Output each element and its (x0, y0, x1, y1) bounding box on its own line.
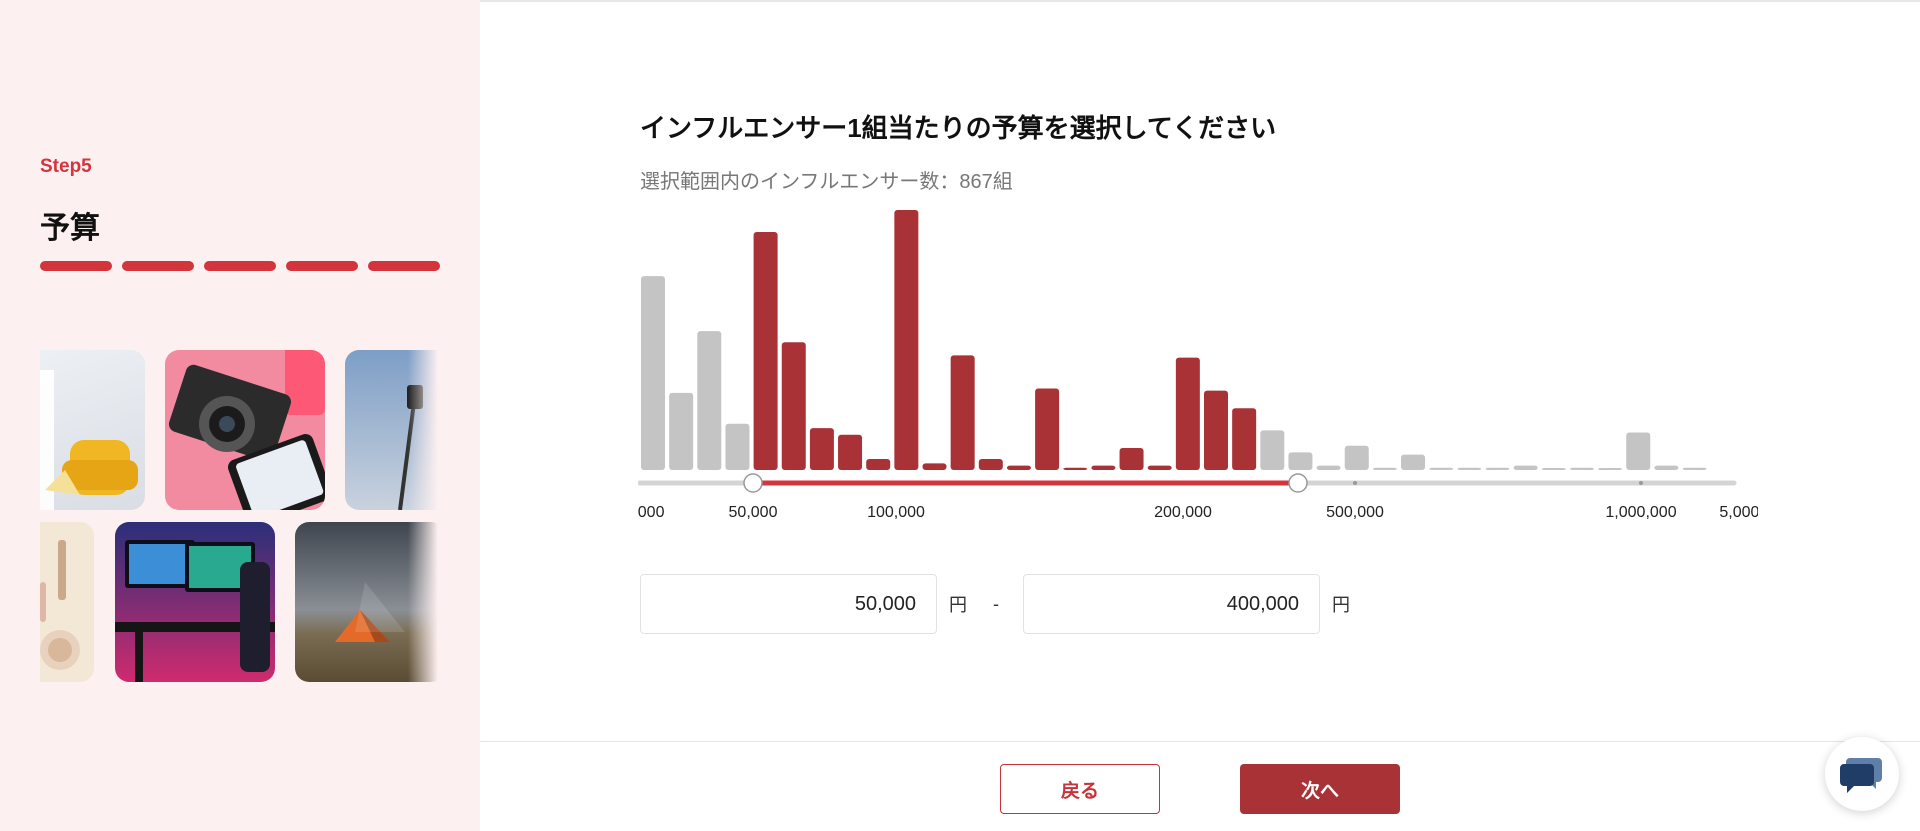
axis-tick-label: 500,000 (1326, 504, 1384, 521)
next-button[interactable]: 次へ (1240, 764, 1400, 814)
histogram-bar (1654, 465, 1679, 470)
histogram-bar (838, 434, 863, 470)
back-button[interactable]: 戻る (1000, 764, 1160, 814)
progress-segment (204, 261, 276, 271)
progress-segment (122, 261, 194, 271)
chat-button[interactable] (1825, 737, 1899, 811)
histogram-bar (1260, 430, 1285, 470)
histogram-bar (1626, 432, 1651, 470)
photo-camera (165, 350, 325, 510)
histogram-bar (1175, 357, 1200, 470)
budget-step: インフルエンサー1組当たりの予算を選択してください 選択範囲内のインフルエンサー… (480, 0, 1920, 741)
histogram-bar (1372, 467, 1397, 470)
histogram-bar (1401, 454, 1426, 470)
budget-histogram[interactable]: 10,000 50,000 100,000 200,000 500,000 1,000,0… (638, 205, 1758, 525)
histogram-bar (1035, 388, 1060, 470)
axis-tick-label: 50,000 (729, 504, 778, 521)
step-title: 予算 (40, 212, 100, 245)
min-budget-input[interactable] (640, 574, 937, 634)
max-unit-label: 円 (1332, 595, 1350, 615)
photo-gaming-setup (115, 522, 275, 682)
axis-tick-label: 5,000,000 (1719, 504, 1758, 521)
histogram-bar (1091, 465, 1116, 470)
histogram-bar (697, 331, 722, 470)
histogram-bar (1541, 468, 1566, 470)
histogram-bar (1457, 467, 1482, 470)
range-separator: - (993, 593, 999, 614)
histogram-bar (1682, 467, 1707, 470)
histogram-bar (1232, 408, 1257, 470)
histogram-bar (809, 428, 834, 470)
histogram-bar (1485, 467, 1510, 470)
axis-tick-label: 1,000,000 (1605, 504, 1676, 521)
gaming-setup-image (115, 540, 275, 682)
histogram-bar (1429, 467, 1454, 470)
camera-image (168, 350, 325, 510)
sidebar: Step5 予算 (0, 0, 480, 831)
min-unit-label: 円 (949, 595, 967, 615)
histogram-bar (1147, 465, 1172, 470)
photo-chair (40, 350, 145, 510)
photo-cosmetics (40, 522, 94, 682)
gallery-fade (408, 350, 438, 682)
axis-tick-mark (1353, 481, 1357, 485)
chair-image (40, 370, 138, 510)
histogram-bar (641, 276, 665, 470)
histogram-bar (1119, 447, 1144, 470)
histogram-bar (781, 342, 806, 470)
histogram-bar (669, 392, 694, 470)
histogram-bar (1204, 390, 1228, 470)
histogram-bar (1598, 468, 1623, 470)
axis-tick-label: 200,000 (1154, 504, 1212, 521)
histogram-bar (725, 423, 750, 470)
step-progress (40, 261, 440, 271)
histogram-bar (978, 458, 1003, 470)
axis-tick-label: 100,000 (867, 504, 925, 521)
histogram-bar (753, 232, 778, 470)
page-title: インフルエンサー1組当たりの予算を選択してください (640, 113, 1277, 143)
influencer-count: 選択範囲内のインフルエンサー数：867組 (640, 171, 1013, 193)
histogram-bar (1006, 465, 1031, 470)
histogram-bar (1063, 467, 1088, 470)
histogram-bar (1344, 445, 1369, 470)
step-label: Step5 (40, 156, 92, 177)
progress-segment (286, 261, 358, 271)
histogram-bar (1513, 465, 1538, 470)
histogram-bar (1316, 465, 1341, 470)
max-budget-input[interactable] (1023, 574, 1320, 634)
cosmetics-image (40, 540, 80, 670)
axis-tick-mark (1639, 481, 1643, 485)
histogram-bar (950, 355, 975, 470)
footer-nav: 戻る 次へ (480, 741, 1920, 831)
progress-segment (40, 261, 112, 271)
histogram-bar (866, 458, 891, 470)
image-gallery (40, 350, 438, 682)
histogram-bar (1288, 452, 1313, 470)
progress-segment (368, 261, 440, 271)
histogram-bar (894, 210, 919, 470)
chat-bubble-icon (1840, 758, 1882, 793)
slider-min-handle[interactable] (743, 473, 763, 493)
budget-range-inputs: 円 - 円 (640, 574, 1350, 634)
histogram-bar (1569, 467, 1594, 470)
axis-tick-label: 10,000 (638, 504, 665, 521)
histogram-bar (922, 463, 947, 470)
slider-max-handle[interactable] (1288, 473, 1308, 493)
